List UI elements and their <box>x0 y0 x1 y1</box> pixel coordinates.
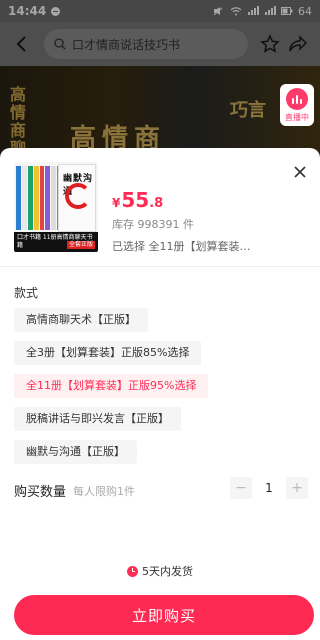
quantity-stepper: − 1 + <box>230 477 308 499</box>
variant-option[interactable]: 高情商聊天术【正版】 <box>14 308 148 332</box>
quantity-label: 购买数量 <box>14 485 67 500</box>
shipping-text: 5天内发货 <box>142 565 193 578</box>
variant-option[interactable]: 全3册【划算套装】正版85%选择 <box>14 341 202 365</box>
dim-overlay[interactable] <box>0 0 320 160</box>
thumb-tag: 全套正版 <box>66 241 95 249</box>
live-icon <box>286 87 308 110</box>
variant-options: 高情商聊天术【正版】 全3册【划算套装】正版85%选择 全11册【划算套装】正版… <box>14 308 310 473</box>
variant-option[interactable]: 脱稿讲话与即兴发言【正版】 <box>14 407 181 431</box>
stock-count: 库存 998391 件 <box>112 218 194 231</box>
product-thumbnail[interactable]: 幽默沟通 口才书籍 11册高情商聊天书籍 全套正版 <box>14 162 98 252</box>
book-cover: 幽默沟通 <box>58 164 96 232</box>
quantity-value[interactable]: 1 <box>252 481 286 495</box>
sku-sheet: 幽默沟通 口才书籍 11册高情商聊天书籍 全套正版 ¥ 55 .8 库存 998… <box>0 148 320 640</box>
close-button[interactable] <box>288 160 312 184</box>
price: ¥ 55 .8 <box>112 188 163 212</box>
background-page: 14:44 64 口才情商说话技巧书 高情商聊 高情商 巧言 <box>0 0 320 160</box>
divider <box>0 266 320 267</box>
live-label: 直播中 <box>285 112 309 122</box>
clock-icon <box>127 565 138 577</box>
selected-variant: 已选择 全11册【划算套装】正版95%选择 <box>112 240 252 253</box>
quantity-decrease-button[interactable]: − <box>230 477 252 499</box>
shipping-info: 5天内发货 <box>0 563 320 579</box>
variant-option[interactable]: 幽默与沟通【正版】 <box>14 440 137 464</box>
live-badge[interactable]: 直播中 <box>280 84 314 126</box>
cover-ring-graphic <box>65 183 91 209</box>
variant-option-selected[interactable]: 全11册【划算套装】正版95%选择 <box>14 374 209 398</box>
price-integer: 55 <box>121 188 150 212</box>
quantity-increase-button[interactable]: + <box>286 477 308 499</box>
book-spines <box>16 166 62 230</box>
quantity-limit: 每人限购1件 <box>73 485 135 498</box>
price-decimal: .8 <box>149 196 164 211</box>
thumb-caption: 口才书籍 11册高情商聊天书籍 全套正版 <box>14 232 98 252</box>
close-icon <box>294 166 306 178</box>
price-currency: ¥ <box>112 196 121 210</box>
buy-now-button[interactable]: 立即购买 <box>14 595 314 635</box>
style-section-title: 款式 <box>14 286 39 300</box>
